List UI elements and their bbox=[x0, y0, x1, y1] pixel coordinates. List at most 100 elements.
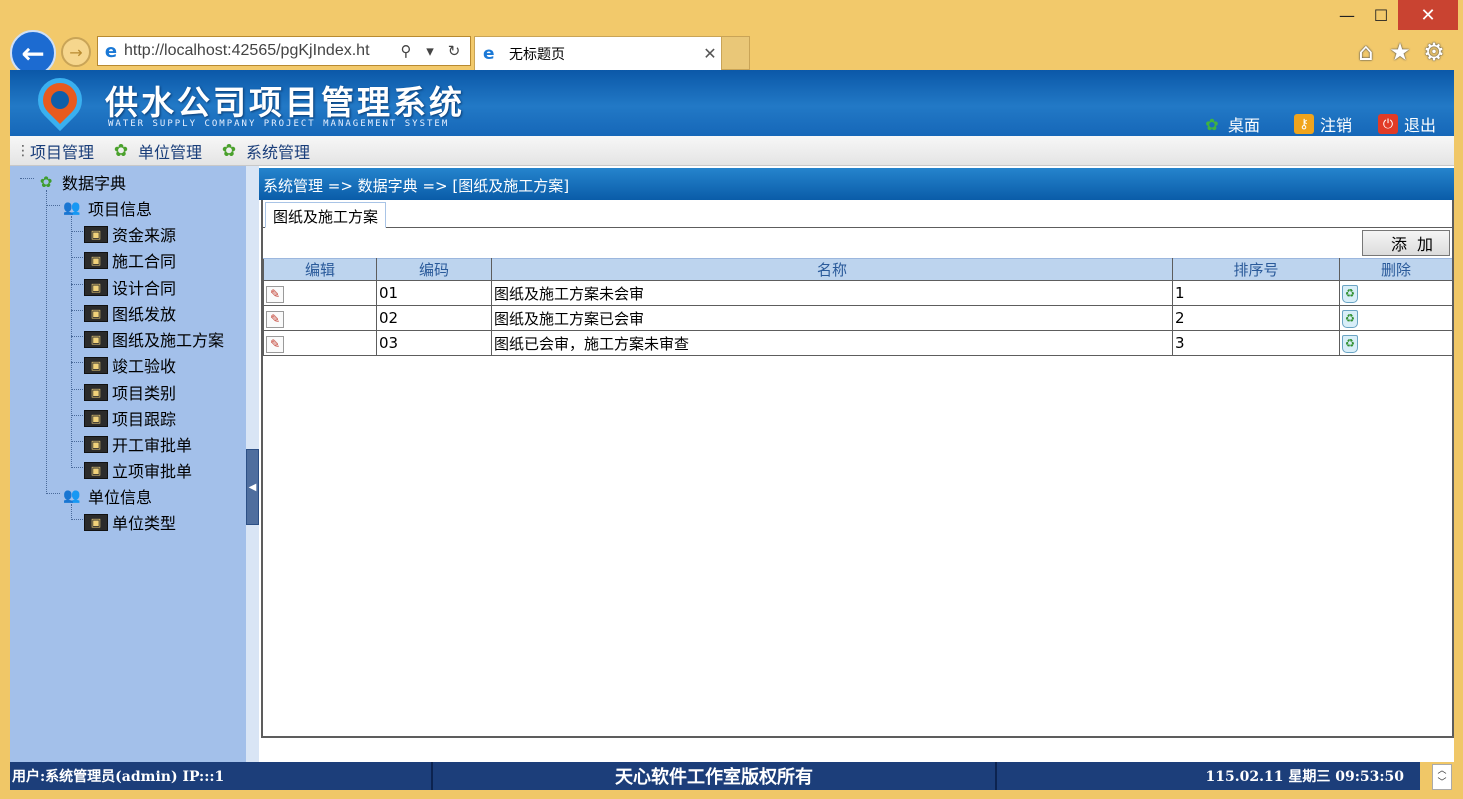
tree-group-unit-info[interactable]: 👥 单位信息 bbox=[60, 484, 152, 508]
tree-connector bbox=[71, 310, 83, 311]
name-cell: 图纸及施工方案已会审 bbox=[491, 305, 1173, 331]
logout-link[interactable]: ⚷ 注销 bbox=[1294, 112, 1352, 136]
table-row: ✎ 01 图纸及施工方案未会审 1 ♻ bbox=[263, 280, 1453, 306]
refresh-icon[interactable]: ↻ bbox=[442, 42, 466, 60]
forward-button[interactable]: → bbox=[61, 37, 91, 67]
column-header-name: 名称 bbox=[491, 258, 1173, 281]
tree-connector bbox=[71, 415, 83, 416]
chevron-down-icon[interactable]: ▾ bbox=[418, 42, 442, 60]
id-card-icon: ▣ bbox=[84, 435, 108, 453]
name-cell: 图纸及施工方案未会审 bbox=[491, 280, 1173, 306]
menu-item-system[interactable]: ✿ 系统管理 bbox=[216, 139, 310, 163]
id-card-icon: ▣ bbox=[84, 356, 108, 374]
tree-item[interactable]: ▣ 竣工验收 bbox=[84, 353, 176, 377]
trash-icon[interactable]: ♻ bbox=[1342, 285, 1358, 303]
tree-connector bbox=[71, 284, 83, 285]
edit-cell: ✎ bbox=[263, 305, 377, 331]
tree-item-label: 单位类型 bbox=[112, 514, 177, 533]
browser-tab[interactable]: e 无标题页 ✕ bbox=[474, 36, 722, 70]
tree-item[interactable]: ▣ 图纸发放 bbox=[84, 301, 176, 325]
tree-item-label: 图纸及施工方案 bbox=[112, 331, 225, 350]
tree-item[interactable]: ▣ 单位类型 bbox=[84, 510, 176, 534]
tree-item-label: 图纸发放 bbox=[112, 305, 177, 324]
minimize-button[interactable]: — bbox=[1330, 0, 1364, 30]
panel-tab-strip: 图纸及施工方案 bbox=[263, 200, 1452, 228]
power-icon: ⏻ bbox=[1378, 114, 1398, 134]
tree-item[interactable]: ▣ 项目类别 bbox=[84, 380, 176, 404]
delete-cell: ♻ bbox=[1339, 305, 1453, 331]
add-button[interactable]: 添加 bbox=[1362, 230, 1450, 256]
trash-icon[interactable]: ♻ bbox=[1342, 335, 1358, 353]
edit-cell: ✎ bbox=[263, 330, 377, 356]
id-card-icon: ▣ bbox=[84, 278, 108, 296]
column-header-order: 排序号 bbox=[1172, 258, 1340, 281]
exit-link-label: 退出 bbox=[1404, 116, 1437, 135]
edit-pencil-icon[interactable]: ✎ bbox=[266, 310, 284, 328]
scroll-arrows[interactable]: ︿ ﹀ bbox=[1432, 764, 1452, 790]
system-title: 供水公司项目管理系统 bbox=[105, 83, 465, 122]
menu-item-project[interactable]: 项目管理 bbox=[30, 139, 94, 163]
maximize-button[interactable]: ☐ bbox=[1364, 0, 1398, 30]
search-icon[interactable]: ⚲ bbox=[394, 42, 418, 60]
tree-connector bbox=[71, 389, 83, 390]
id-card-icon: ▣ bbox=[84, 513, 108, 531]
new-tab-button[interactable] bbox=[722, 36, 750, 70]
id-card-icon: ▣ bbox=[84, 330, 108, 348]
tree-connector bbox=[71, 336, 83, 337]
collapse-sidebar-button[interactable]: ◀ bbox=[246, 449, 259, 525]
menu-item-label: 单位管理 bbox=[138, 142, 203, 162]
home-icon[interactable]: ⌂ bbox=[1350, 36, 1382, 68]
tree-item[interactable]: ▣ 资金来源 bbox=[84, 222, 176, 246]
tree-connector bbox=[71, 257, 83, 258]
butterfly-icon: ✿ bbox=[39, 173, 53, 191]
id-card-icon: ▣ bbox=[84, 251, 108, 269]
tree-group-project-info[interactable]: 👥 项目信息 bbox=[60, 196, 152, 220]
users-group-icon: 👥 bbox=[63, 488, 81, 504]
tree-item[interactable]: ▣ 项目跟踪 bbox=[84, 406, 176, 430]
ie-tab-icon: e bbox=[483, 43, 495, 64]
water-drop-logo-icon bbox=[28, 70, 92, 132]
tree-item[interactable]: ▣ 设计合同 bbox=[84, 275, 176, 299]
tree-node-label: 数据字典 bbox=[62, 174, 127, 193]
trash-icon[interactable]: ♻ bbox=[1342, 310, 1358, 328]
code-cell: 03 bbox=[376, 330, 492, 356]
ie-icon: e bbox=[104, 40, 118, 62]
app-header: 供水公司项目管理系统 WATER SUPPLY COMPANY PROJECT … bbox=[10, 70, 1454, 136]
tab-close-icon[interactable]: ✕ bbox=[699, 44, 721, 63]
favorites-star-icon[interactable]: ★ bbox=[1384, 36, 1416, 68]
exit-link[interactable]: ⏻ 退出 bbox=[1378, 112, 1436, 136]
breadcrumb: 系统管理 => 数据字典 => [图纸及施工方案] bbox=[259, 168, 1454, 200]
butterfly-icon: ✿ bbox=[221, 140, 237, 161]
tab-drawings-construction-plan[interactable]: 图纸及施工方案 bbox=[265, 202, 387, 228]
close-window-button[interactable]: ✕ bbox=[1398, 0, 1458, 30]
data-grid: 编辑 编码 名称 排序号 删除 ✎ 01 图纸及施工方案未会审 1 ♻ ✎ 02 bbox=[263, 258, 1453, 356]
edit-pencil-icon[interactable]: ✎ bbox=[266, 335, 284, 353]
system-subtitle: WATER SUPPLY COMPANY PROJECT MANAGEMENT … bbox=[108, 119, 450, 129]
tree-connector bbox=[71, 441, 83, 442]
tree-item[interactable]: ▣ 立项审批单 bbox=[84, 458, 192, 482]
edit-pencil-icon[interactable]: ✎ bbox=[266, 285, 284, 303]
tab-title: 无标题页 bbox=[509, 46, 565, 63]
menu-item-unit[interactable]: ✿ 单位管理 bbox=[108, 139, 202, 163]
status-copyright: 天心软件工作室版权所有 bbox=[433, 762, 997, 790]
desktop-link-label: 桌面 bbox=[1228, 116, 1261, 135]
menu-item-label: 项目管理 bbox=[30, 142, 95, 162]
status-bar: 用户:系统管理员(admin) IP:::1 天心软件工作室版权所有 115.0… bbox=[10, 762, 1420, 790]
tree-node-label: 单位信息 bbox=[88, 488, 153, 507]
tree-connector bbox=[20, 178, 34, 179]
tree-item-label: 资金来源 bbox=[112, 226, 177, 245]
table-row: ✎ 03 图纸已会审，施工方案未审查 3 ♻ bbox=[263, 330, 1453, 356]
address-input[interactable]: http://localhost:42565/pgKjIndex.ht bbox=[124, 42, 394, 60]
delete-cell: ♻ bbox=[1339, 280, 1453, 306]
tree-item[interactable]: ▣ 施工合同 bbox=[84, 248, 176, 272]
menu-item-label: 系统管理 bbox=[246, 142, 311, 162]
tree-connector bbox=[46, 190, 47, 494]
tree-item-selected[interactable]: ▣ 图纸及施工方案 bbox=[84, 327, 224, 351]
gear-icon[interactable]: ⚙ bbox=[1418, 36, 1450, 68]
status-datetime: 115.02.11 星期三 09:53:50 bbox=[1205, 769, 1404, 785]
tree-item[interactable]: ▣ 开工审批单 bbox=[84, 432, 192, 456]
tree-item-label: 竣工验收 bbox=[112, 357, 177, 376]
address-bar[interactable]: e http://localhost:42565/pgKjIndex.ht ⚲ … bbox=[97, 36, 471, 66]
tree-root-data-dictionary[interactable]: ✿ 数据字典 bbox=[34, 170, 126, 194]
desktop-link[interactable]: ✿ 桌面 bbox=[1202, 112, 1260, 136]
